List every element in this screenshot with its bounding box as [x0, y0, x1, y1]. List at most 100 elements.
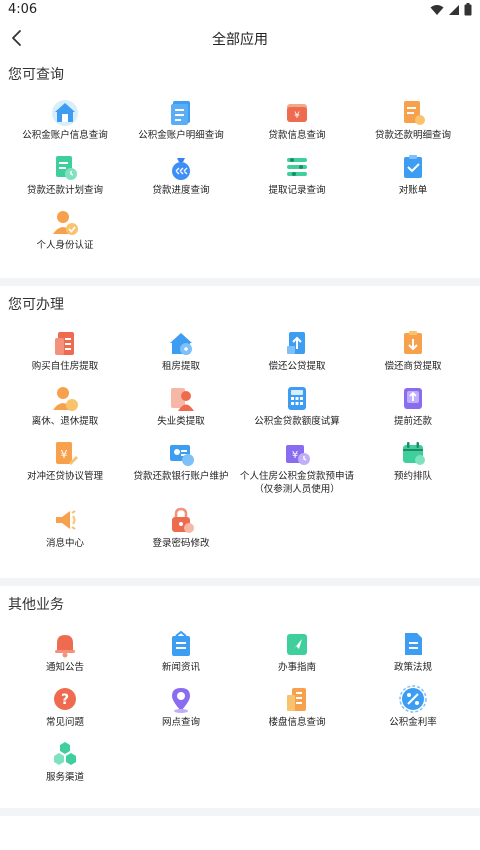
app-item-label: 楼盘信息查询	[268, 717, 326, 728]
app-item-0-4[interactable]: 贷款还款计划查询	[5, 152, 125, 197]
megaphone-icon	[56, 510, 76, 530]
policy-doc-icon	[405, 633, 422, 655]
app-item-label: 公积金账户信息查询	[22, 130, 108, 141]
bell-icon	[55, 635, 75, 658]
app-item-1-12[interactable]: 消息中心	[5, 505, 125, 550]
app-item-1-9[interactable]: 贷款还款银行账户维护	[121, 438, 241, 483]
app-item-2-8[interactable]: 服务渠道	[5, 739, 125, 784]
app-item-1-1[interactable]: 租房提取	[121, 328, 241, 373]
app-item-label: 公积金利率	[389, 717, 437, 728]
app-item-1-6[interactable]: 公积金贷款额度试算	[237, 383, 357, 428]
app-item-1-5[interactable]: 失业类提取	[121, 383, 241, 428]
app-item-label: 贷款还款银行账户维护	[133, 471, 229, 482]
app-item-label: 贷款还款明细查询	[374, 130, 451, 141]
app-item-label: 政策法规	[393, 662, 432, 673]
app-item-label: 提取记录查询	[268, 185, 326, 196]
app-item-label: 离休、退休提取	[31, 416, 99, 427]
offset-agreement-icon: ¥	[56, 442, 78, 465]
app-item-1-2[interactable]: 偿还公贷提取	[237, 328, 357, 373]
app-item-label: 失业类提取	[157, 416, 205, 427]
section-divider	[0, 278, 480, 286]
hexagon-cluster-icon	[54, 742, 76, 765]
app-item-label: 消息中心	[45, 538, 84, 549]
app-item-2-7[interactable]: 公积金利率	[353, 684, 473, 729]
rent-house-icon	[170, 333, 192, 355]
app-item-2-1[interactable]: 新闻资讯	[121, 629, 241, 674]
app-item-sublabel: （仅参测人员使用）	[254, 484, 340, 495]
status-time: 4:06	[8, 2, 38, 17]
repay-commercial-loan-icon	[404, 331, 422, 354]
section-title: 您可查询	[8, 67, 64, 83]
svg-text:¥: ¥	[61, 448, 68, 461]
app-item-label: 公积金账户明细查询	[138, 130, 224, 141]
app-item-0-6[interactable]: 提取记录查询	[237, 152, 357, 197]
status-icons	[430, 3, 472, 16]
app-item-label: 购买自住房提取	[31, 361, 99, 372]
calendar-icon	[403, 442, 425, 465]
identity-verify-icon	[53, 211, 78, 235]
signal-icon	[449, 4, 459, 15]
app-item-label: 办事指南	[277, 662, 316, 673]
document-detail-icon	[171, 101, 190, 125]
app-item-0-3[interactable]: 贷款还款明细查询	[353, 97, 473, 142]
app-item-label: 网点查询	[161, 717, 200, 728]
app-item-label: 新闻资讯	[161, 662, 200, 673]
app-item-label: 贷款还款计划查询	[26, 185, 103, 196]
app-item-2-6[interactable]: 楼盘信息查询	[237, 684, 357, 729]
question-icon: ?	[54, 688, 76, 710]
app-item-label: 贷款进度查询	[152, 185, 210, 196]
app-item-2-4[interactable]: ? 常见问题	[5, 684, 125, 729]
app-item-1-13[interactable]: 登录密码修改	[121, 505, 241, 550]
pre-apply-icon: ¥	[286, 445, 310, 465]
app-item-1-8[interactable]: ¥ 对冲还贷协议管理	[5, 438, 125, 483]
repay-public-loan-icon	[287, 332, 305, 354]
section-title: 其他业务	[8, 597, 64, 613]
app-item-label: 登录密码修改	[152, 538, 210, 549]
app-item-2-5[interactable]: 网点查询	[121, 684, 241, 729]
svg-text:¥: ¥	[292, 450, 298, 461]
repay-detail-icon	[404, 101, 425, 125]
repay-plan-icon	[56, 156, 77, 180]
svg-text:?: ?	[61, 692, 69, 708]
app-item-label: 常见问题	[45, 717, 84, 728]
app-item-label: 偿还商贷提取	[384, 361, 442, 372]
statement-check-icon	[404, 155, 422, 178]
app-item-2-2[interactable]: 办事指南	[237, 629, 357, 674]
app-item-label: 提前还款	[393, 416, 432, 427]
app-item-0-5[interactable]: 贷款进度查询	[121, 152, 241, 197]
app-item-1-4[interactable]: 离休、退休提取	[5, 383, 125, 428]
house-account-icon	[52, 100, 78, 126]
percent-icon	[399, 685, 427, 713]
app-item-1-0[interactable]: 购买自住房提取	[5, 328, 125, 373]
building-icon	[287, 688, 306, 711]
app-item-0-0[interactable]: 公积金账户信息查询	[5, 97, 125, 142]
app-item-0-1[interactable]: 公积金账户明细查询	[121, 97, 241, 142]
app-item-2-0[interactable]: 通知公告	[5, 629, 125, 674]
news-icon	[172, 630, 190, 656]
app-item-1-3[interactable]: 偿还商贷提取	[353, 328, 473, 373]
status-bar: 4:06	[0, 0, 480, 22]
section-title: 您可办理	[8, 297, 64, 313]
app-item-0-7[interactable]: 对账单	[353, 152, 473, 197]
app-item-2-3[interactable]: 政策法规	[353, 629, 473, 674]
app-header: 全部应用	[0, 22, 480, 56]
app-item-0-8[interactable]: 个人身份认证	[5, 207, 125, 252]
app-item-label: 租房提取	[161, 361, 200, 372]
svg-text:¥: ¥	[294, 111, 300, 121]
section-divider	[0, 578, 480, 586]
app-item-0-2[interactable]: ¥ 贷款信息查询	[237, 97, 357, 142]
app-item-1-10[interactable]: ¥ 个人住房公积金贷款预申请 （仅参测人员使用）	[237, 438, 357, 496]
app-item-label: 贷款信息查询	[268, 130, 326, 141]
record-list-icon	[287, 158, 307, 176]
app-item-label: 对账单	[398, 185, 428, 196]
app-item-label: 服务渠道	[45, 772, 84, 783]
app-item-1-11[interactable]: 预约排队	[353, 438, 473, 483]
bank-account-icon	[170, 445, 194, 466]
app-item-label: 个人住房公积金贷款预申请	[239, 471, 354, 482]
wallet-icon: ¥	[287, 104, 307, 122]
retire-icon	[53, 387, 78, 411]
lock-icon	[172, 507, 194, 533]
app-item-1-7[interactable]: 提前还款	[353, 383, 473, 428]
wifi-icon	[430, 4, 444, 15]
app-item-label: 预约排队	[393, 471, 432, 482]
